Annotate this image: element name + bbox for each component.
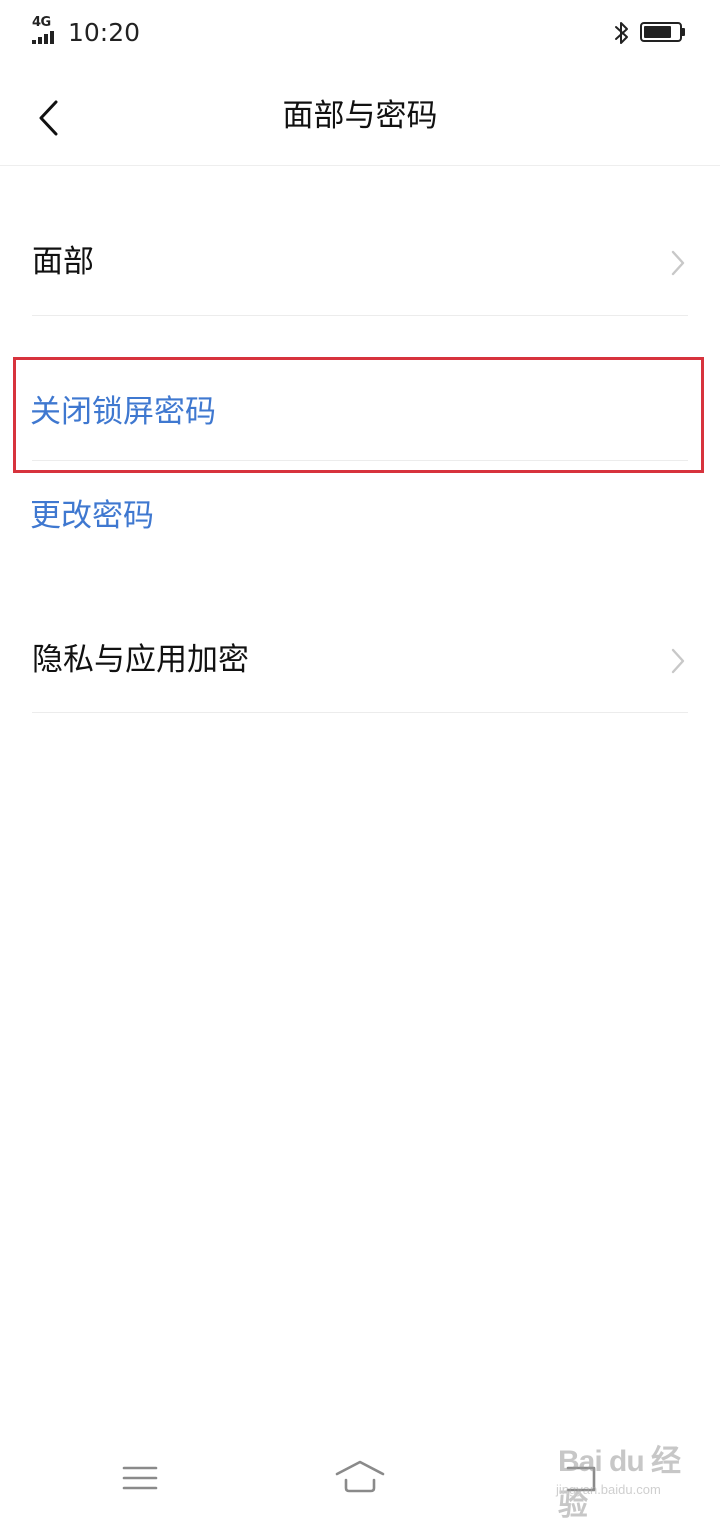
page-title: 面部与密码 — [282, 98, 438, 134]
divider — [32, 712, 688, 713]
status-bar: 4G 10:20 — [0, 0, 720, 66]
battery-icon — [640, 22, 685, 42]
settings-item-face[interactable]: 面部 — [32, 216, 688, 316]
chevron-right-icon — [671, 648, 685, 674]
bluetooth-icon — [615, 22, 628, 44]
network-type: 4G — [32, 15, 51, 30]
menu-icon[interactable] — [100, 1440, 180, 1520]
chevron-right-icon — [671, 250, 685, 276]
app-header: 面部与密码 — [0, 66, 720, 166]
settings-item-label: 更改密码 — [30, 498, 154, 534]
status-time: 10:20 — [68, 18, 141, 47]
signal-icon: 4G — [32, 16, 62, 44]
watermark-logo: Bai du 经验 jingyan.baidu.com — [548, 1432, 698, 1522]
settings-item-change-password[interactable]: 更改密码 — [30, 474, 688, 564]
watermark-sub: jingyan.baidu.com — [556, 1482, 661, 1497]
settings-item-label: 面部 — [32, 244, 94, 280]
watermark-main: Bai du 经验 — [558, 1445, 681, 1522]
settings-item-label: 隐私与应用加密 — [32, 642, 249, 678]
home-icon[interactable] — [320, 1440, 400, 1520]
settings-item-privacy-app-encryption[interactable]: 隐私与应用加密 — [32, 614, 688, 714]
divider — [32, 315, 688, 316]
highlight-box — [13, 357, 704, 473]
